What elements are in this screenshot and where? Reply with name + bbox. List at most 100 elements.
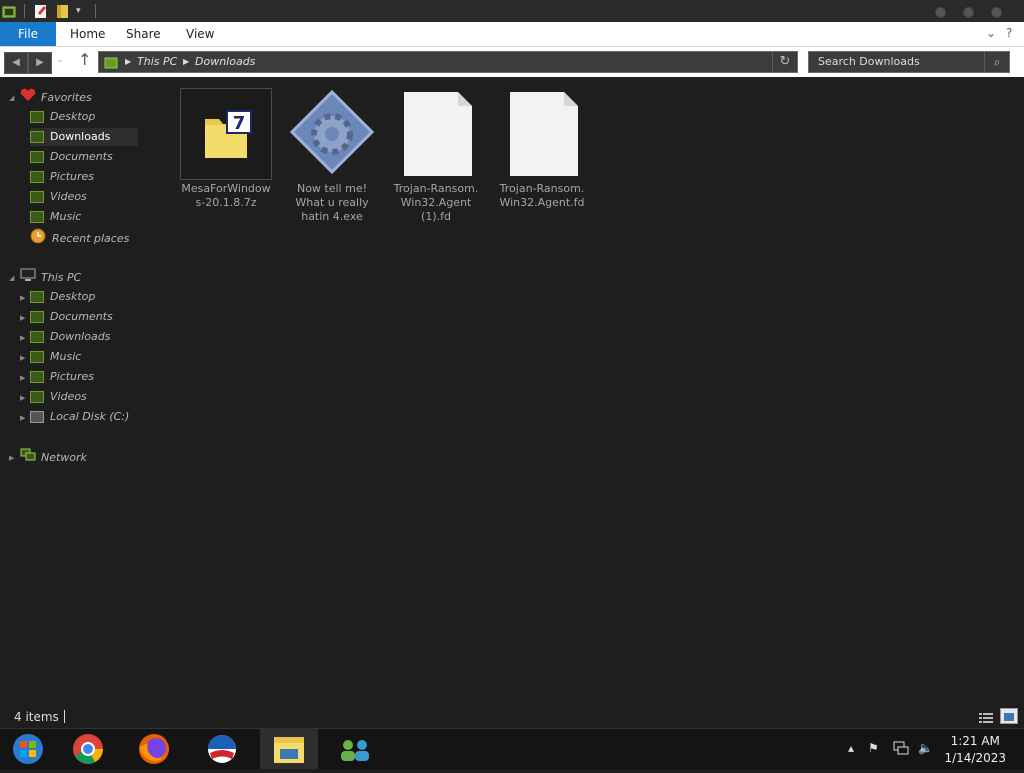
back-button[interactable]: ◀ <box>4 52 28 74</box>
nav-item-label: Music <box>50 350 82 363</box>
file-item[interactable]: Trojan-Ransom. Win32.Agent.fd <box>494 88 590 210</box>
computer-folder-icon <box>104 55 118 74</box>
recent-locations-icon[interactable]: ⌄ <box>56 55 64 65</box>
nav-favorites-downloads[interactable]: Downloads <box>30 128 138 146</box>
chrome-icon[interactable] <box>60 729 118 769</box>
chevron-right-icon[interactable]: ▶ <box>125 57 131 66</box>
breadcrumb-downloads[interactable]: Downloads <box>195 55 255 68</box>
expand-ribbon-icon[interactable]: ⌄ <box>986 26 996 40</box>
divider <box>95 4 96 18</box>
nav-item-label: Music <box>50 210 82 223</box>
search-input[interactable]: Search Downloads ⌕ <box>808 51 1010 73</box>
nav-this-pc-videos[interactable]: Videos <box>30 388 87 406</box>
pictures-icon <box>30 371 44 383</box>
documents-icon <box>30 151 44 163</box>
7zip-archive-icon: 7 <box>180 88 272 180</box>
new-folder-icon[interactable] <box>56 3 70 19</box>
customize-qat-icon[interactable]: ▾ <box>76 3 90 19</box>
nav-favorites[interactable]: Favorites <box>20 88 92 106</box>
desktop-icon <box>30 291 44 303</box>
title-bar: ▾ <box>0 0 1024 22</box>
system-clock[interactable]: 1:21 AM 1/14/2023 <box>944 733 1006 767</box>
nav-item-label: Recent places <box>52 232 130 245</box>
file-item[interactable]: 7 MesaForWindow s-20.1.8.7z <box>178 88 274 210</box>
forward-button[interactable]: ▶ <box>28 52 52 74</box>
show-hidden-icons-icon[interactable]: ▴ <box>848 741 854 755</box>
close-button[interactable] <box>991 7 1002 18</box>
chevron-down-icon[interactable]: ◢ <box>9 274 14 282</box>
explorer-app-icon[interactable] <box>2 3 16 19</box>
chevron-right-icon[interactable]: ▶ <box>20 314 25 322</box>
nav-favorites-recent-places[interactable]: Recent places <box>30 228 129 246</box>
nav-this-pc-downloads[interactable]: Downloads <box>30 328 110 346</box>
nav-this-pc-music[interactable]: Music <box>30 348 81 366</box>
obama-logo-icon[interactable] <box>192 729 250 769</box>
nav-this-pc-pictures[interactable]: Pictures <box>30 368 94 386</box>
drive-icon <box>30 411 44 423</box>
network-icon <box>20 448 36 468</box>
nav-favorites-label: Favorites <box>41 91 92 104</box>
maximize-button[interactable] <box>963 7 974 18</box>
nav-favorites-desktop[interactable]: Desktop <box>30 108 95 126</box>
tab-view[interactable]: View <box>186 22 214 46</box>
chevron-right-icon[interactable]: ▶ <box>20 354 25 362</box>
properties-icon[interactable] <box>34 3 48 19</box>
downloads-icon <box>30 331 44 343</box>
network-status-icon[interactable] <box>893 741 909 758</box>
chevron-right-icon[interactable]: ▶ <box>9 454 14 462</box>
network-people-icon[interactable] <box>326 729 384 769</box>
nav-favorites-pictures[interactable]: Pictures <box>30 168 94 186</box>
up-button[interactable]: ↑ <box>78 50 91 69</box>
downloads-icon <box>30 131 44 143</box>
recent-places-icon <box>30 228 46 250</box>
refresh-icon[interactable]: ↻ <box>772 52 797 72</box>
search-icon[interactable]: ⌕ <box>984 52 1009 72</box>
file-item[interactable]: Now tell me! What u really hatin 4.exe <box>284 88 380 224</box>
chevron-down-icon[interactable]: ◢ <box>9 94 14 102</box>
firefox-icon[interactable] <box>126 729 184 769</box>
nav-network[interactable]: Network <box>20 448 87 466</box>
volume-icon[interactable]: 🔈 <box>918 741 933 755</box>
chevron-right-icon[interactable]: ▶ <box>20 294 25 302</box>
nav-item-label: Documents <box>50 150 113 163</box>
search-placeholder: Search Downloads <box>818 55 920 68</box>
nav-favorites-music[interactable]: Music <box>30 208 81 226</box>
chevron-right-icon[interactable]: ▶ <box>20 394 25 402</box>
exe-gear-icon <box>286 88 378 180</box>
nav-this-pc-local-disk[interactable]: Local Disk (C:) <box>30 408 129 426</box>
ribbon-tabs: File Home Share View ⌄ ? <box>0 22 1024 47</box>
file-item[interactable]: Trojan-Ransom. Win32.Agent (1).fd <box>388 88 484 224</box>
nav-item-label: Desktop <box>50 290 96 303</box>
action-center-flag-icon[interactable]: ⚑ <box>868 741 879 755</box>
minimize-button[interactable] <box>935 7 946 18</box>
chevron-right-icon[interactable]: ▶ <box>183 57 189 66</box>
nav-item-label: Documents <box>50 310 113 323</box>
tab-home[interactable]: Home <box>70 22 105 46</box>
tab-share[interactable]: Share <box>126 22 161 46</box>
nav-this-pc-documents[interactable]: Documents <box>30 308 113 326</box>
file-explorer-icon[interactable] <box>260 729 318 769</box>
videos-icon <box>30 191 44 203</box>
large-icons-view-icon[interactable] <box>1000 708 1018 724</box>
nav-favorites-videos[interactable]: Videos <box>30 188 87 206</box>
nav-this-pc[interactable]: This PC <box>20 268 81 286</box>
desktop-icon <box>30 111 44 123</box>
breadcrumb-this-pc[interactable]: This PC <box>137 55 177 68</box>
tab-file[interactable]: File <box>0 22 56 46</box>
status-bar: 4 items <box>0 706 1024 728</box>
nav-favorites-documents[interactable]: Documents <box>30 148 113 166</box>
address-bar[interactable]: ▶ This PC ▶ Downloads ↻ <box>98 51 798 73</box>
blank-document-icon <box>496 88 588 180</box>
chevron-right-icon[interactable]: ▶ <box>20 374 25 382</box>
file-name: MesaForWindow s-20.1.8.7z <box>181 182 271 209</box>
chevron-right-icon[interactable]: ▶ <box>20 414 25 422</box>
start-icon[interactable] <box>0 729 58 769</box>
file-name: Trojan-Ransom. Win32.Agent (1).fd <box>393 182 479 223</box>
nav-item-label: Downloads <box>50 130 111 143</box>
nav-this-pc-label: This PC <box>41 271 82 284</box>
nav-this-pc-desktop[interactable]: Desktop <box>30 288 95 306</box>
help-icon[interactable]: ? <box>1006 26 1012 40</box>
details-view-icon[interactable] <box>978 710 994 729</box>
chevron-right-icon[interactable]: ▶ <box>20 334 25 342</box>
nav-item-label: Local Disk (C:) <box>50 410 130 423</box>
